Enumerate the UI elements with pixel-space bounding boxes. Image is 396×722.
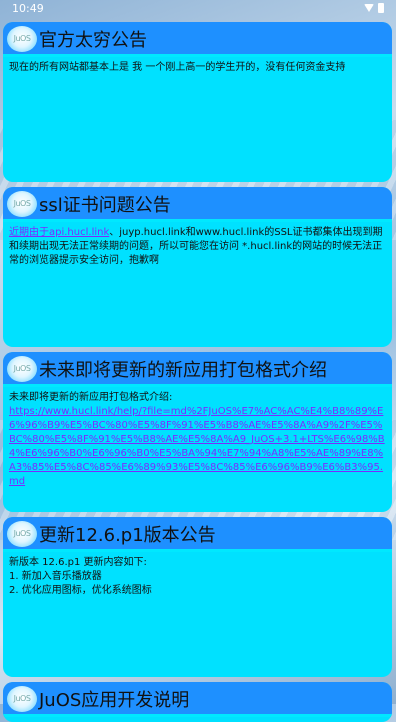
- card-body: 现在的所有网站都基本上是 我 一个刚上高一的学生开的，没有任何资金支持: [3, 57, 392, 79]
- card-body: 近期由于api.hucl.link、juyp.hucl.link和www.huc…: [3, 222, 392, 272]
- card-link[interactable]: 近期由于api.hucl.link: [9, 227, 109, 238]
- juos-logo: JuOS: [7, 191, 37, 217]
- juos-logo: JuOS: [7, 521, 37, 547]
- juos-logo: JuOS: [7, 26, 37, 52]
- card-title: 官方太穷公告: [39, 30, 147, 51]
- card-text-line: 1. 新加入音乐播放器: [9, 571, 102, 582]
- juos-logo: JuOS: [7, 356, 37, 382]
- card-body: 未来即将更新的新应用打包格式介绍: https://www.hucl.link/…: [3, 387, 392, 493]
- card-header: JuOS 未来即将更新的新应用打包格式介绍: [3, 352, 392, 387]
- card-text: 未来即将更新的新应用打包格式介绍:: [9, 392, 173, 403]
- battery-icon: [378, 3, 384, 13]
- announcement-card[interactable]: JuOS ssl证书问题公告 近期由于api.hucl.link、juyp.hu…: [3, 187, 392, 347]
- card-header: JuOS JuOS应用开发说明: [3, 682, 392, 717]
- card-title: 未来即将更新的新应用打包格式介绍: [39, 360, 327, 381]
- status-bar: 10:49: [0, 0, 396, 18]
- wifi-icon: [364, 4, 374, 12]
- card-text-line: 新版本 12.6.p1 更新内容如下:: [9, 557, 147, 568]
- card-text: 现在的所有网站都基本上是 我 一个刚上高一的学生开的，没有任何资金支持: [9, 62, 346, 73]
- announcement-card[interactable]: JuOS JuOS应用开发说明: [3, 682, 392, 722]
- card-title: JuOS应用开发说明: [39, 690, 190, 711]
- status-time: 10:49: [12, 2, 44, 15]
- card-body: 新版本 12.6.p1 更新内容如下: 1. 新加入音乐播放器 2. 优化应用图…: [3, 552, 392, 602]
- announcement-card[interactable]: JuOS 更新12.6.p1版本公告 新版本 12.6.p1 更新内容如下: 1…: [3, 517, 392, 677]
- card-link[interactable]: https://www.hucl.link/help/?file=md%2FJu…: [9, 405, 386, 489]
- announcement-card[interactable]: JuOS 未来即将更新的新应用打包格式介绍 未来即将更新的新应用打包格式介绍: …: [3, 352, 392, 512]
- card-title: ssl证书问题公告: [39, 195, 171, 216]
- card-header: JuOS 官方太穷公告: [3, 22, 392, 57]
- card-header: JuOS ssl证书问题公告: [3, 187, 392, 222]
- card-text-line: 2. 优化应用图标，优化系统图标: [9, 585, 152, 596]
- card-header: JuOS 更新12.6.p1版本公告: [3, 517, 392, 552]
- card-title: 更新12.6.p1版本公告: [39, 525, 216, 546]
- announcement-card[interactable]: JuOS 官方太穷公告 现在的所有网站都基本上是 我 一个刚上高一的学生开的，没…: [3, 22, 392, 182]
- juos-logo: JuOS: [7, 686, 37, 712]
